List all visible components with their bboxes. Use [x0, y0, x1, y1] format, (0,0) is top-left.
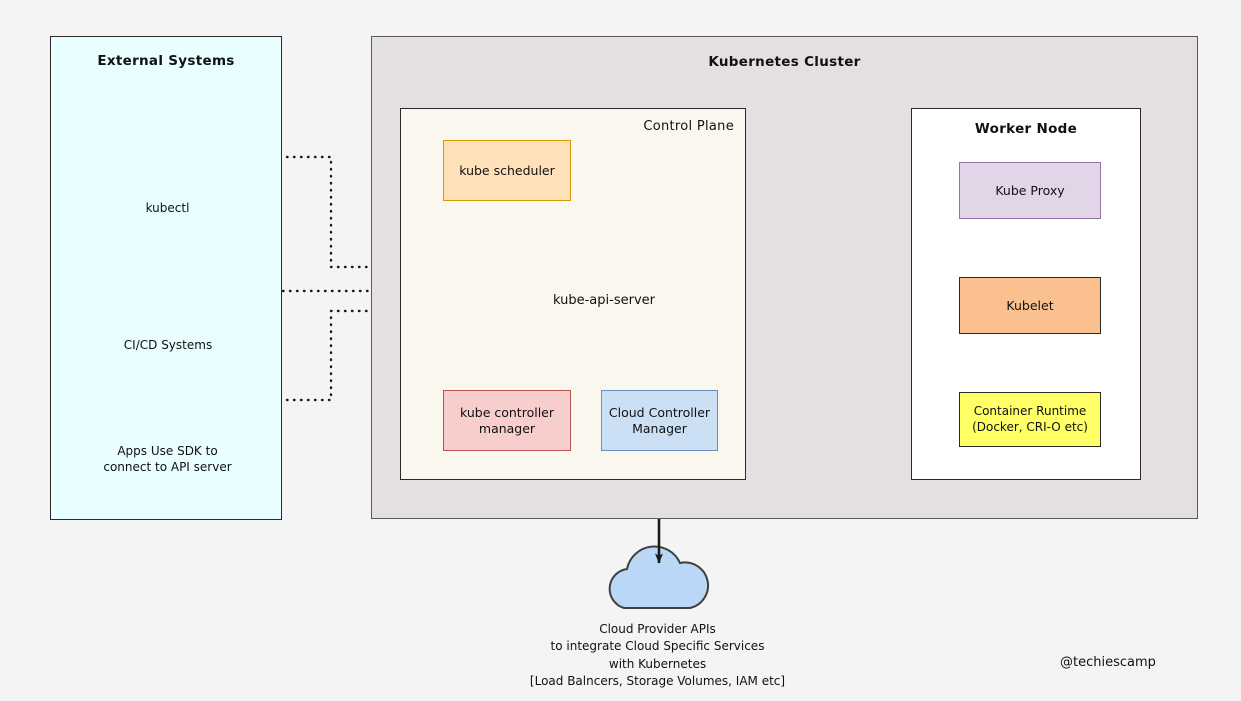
- kube-scheduler-node[interactable]: kube scheduler: [443, 140, 571, 201]
- control-plane-title: Control Plane: [643, 119, 734, 134]
- watermark-label: @techiescamp: [1060, 655, 1156, 670]
- cicd-systems-caption: CI/CD Systems: [123, 338, 213, 352]
- kube-controller-manager-node[interactable]: kube controller manager: [443, 390, 571, 451]
- container-runtime-label: Container Runtime (Docker, CRI-O etc): [972, 404, 1088, 434]
- kubelet-label: Kubelet: [1006, 297, 1054, 313]
- kube-api-server-node[interactable]: kube-api-server: [472, 263, 736, 337]
- container-runtime-node[interactable]: Container Runtime (Docker, CRI-O etc): [959, 392, 1101, 447]
- sdk-apps-caption: Apps Use SDK to connect to API server: [103, 444, 232, 474]
- kube-scheduler-label: kube scheduler: [459, 162, 555, 178]
- cloud-provider-caption: Cloud Provider APIs to integrate Cloud S…: [529, 622, 786, 689]
- kube-proxy-label: Kube Proxy: [995, 182, 1065, 198]
- kube-proxy-node[interactable]: Kube Proxy: [959, 162, 1101, 219]
- kubernetes-cluster-title: Kubernetes Cluster: [708, 54, 861, 70]
- kubelet-node[interactable]: Kubelet: [959, 277, 1101, 334]
- external-systems-title: External Systems: [97, 53, 235, 69]
- kube-controller-manager-label: kube controller manager: [459, 404, 554, 436]
- kubectl-caption: kubectl: [145, 201, 190, 215]
- cloud-controller-manager-label: Cloud Controller Manager: [608, 404, 711, 436]
- worker-node-title: Worker Node: [974, 121, 1078, 137]
- kube-api-server-label: kube-api-server: [553, 292, 655, 308]
- cloud-controller-manager-node[interactable]: Cloud Controller Manager: [601, 390, 718, 451]
